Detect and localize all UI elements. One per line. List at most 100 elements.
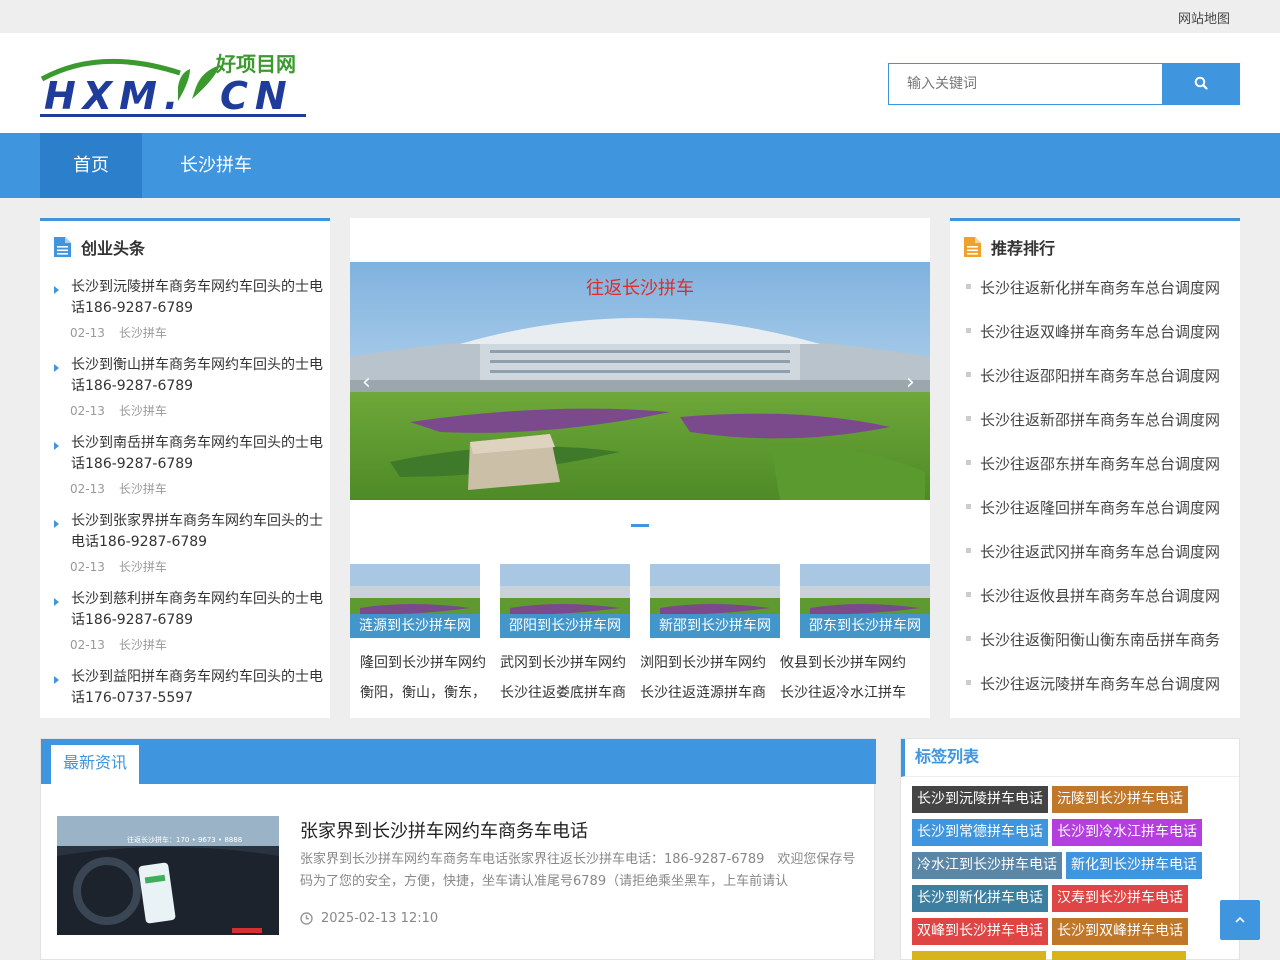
article-thumbnail[interactable]: 往返长沙拼车：170 • 9673 • 8888 [57, 816, 279, 935]
rank-link[interactable]: 长沙往返新化拼车商务车总台调度网 [980, 277, 1240, 298]
news-title[interactable]: 长沙到慈利拼车商务车网约车回头的士电话186-9287-6789 [71, 589, 328, 631]
bullet-icon [966, 328, 971, 333]
list-item[interactable]: 长沙往返新邵拼车商务车总台调度网 [964, 403, 1236, 447]
news-title[interactable]: 长沙到沅陵拼车商务车网约车回头的士电话186-9287-6789 [71, 277, 328, 319]
carousel-caption: 往返长沙拼车 [586, 278, 694, 299]
list-item[interactable]: 长沙往返双峰拼车商务车总台调度网 [964, 315, 1236, 359]
news-category[interactable]: 长沙拼车 [119, 560, 167, 574]
rank-link[interactable]: 长沙往返攸县拼车商务车总台调度网 [980, 585, 1240, 606]
list-item[interactable]: 长沙往返武冈拼车商务车总台调度网 [964, 535, 1236, 579]
search-button[interactable] [1162, 63, 1240, 105]
news-title[interactable]: 长沙到益阳拼车商务车网约车回头的士电话176-0737-5597 [71, 667, 328, 709]
bullet-icon [966, 416, 971, 421]
tag-link[interactable] [912, 951, 1046, 960]
bullet-icon [966, 504, 971, 509]
featured-link[interactable]: 浏阳到长沙拼车网约 [640, 652, 770, 672]
tag-link[interactable]: 长沙到新化拼车电话 [912, 885, 1048, 912]
list-item[interactable]: 长沙往返沅陵拼车商务车总台调度网 [964, 667, 1236, 711]
tag-link[interactable] [1052, 951, 1186, 960]
tag-link[interactable]: 长沙到沅陵拼车电话 [912, 786, 1048, 813]
list-item[interactable]: 长沙到南岳拼车商务车网约车回头的士电话186-9287-6789 02-13 长沙… [54, 433, 326, 511]
news-meta: 02-13 长沙拼车 [70, 558, 167, 575]
news-meta: 02-13 长沙拼车 [70, 324, 167, 341]
tag-link[interactable]: 汉寿到长沙拼车电话 [1052, 885, 1188, 912]
thumbnail-card[interactable]: 涟源到长沙拼车网 [350, 564, 480, 638]
list-item[interactable]: 长沙到益阳拼车商务车网约车回头的士电话176-0737-5597 [54, 667, 326, 745]
article-title[interactable]: 张家界到长沙拼车网约车商务车电话 [300, 817, 588, 843]
sitemap-link[interactable]: 网站地图 [1178, 8, 1230, 27]
news-category[interactable]: 长沙拼车 [119, 638, 167, 652]
rank-link[interactable]: 长沙往返邵阳拼车商务车总台调度网 [980, 365, 1240, 386]
carousel-prev-icon[interactable]: ‹ [362, 370, 371, 395]
rank-link[interactable]: 长沙往返双峰拼车商务车总台调度网 [980, 321, 1240, 342]
list-item[interactable]: 长沙到沅陵拼车商务车网约车回头的士电话186-9287-6789 02-13 长沙… [54, 277, 326, 355]
featured-link[interactable]: 武冈到长沙拼车网约 [500, 652, 630, 672]
carousel-next-icon[interactable]: › [906, 370, 915, 395]
list-item[interactable]: 长沙到衡山拼车商务车网约车回头的士电话186-9287-6789 02-13 长沙… [54, 355, 326, 433]
latest-news-section: 最新资讯 往返长沙拼车：170 • 9673 • 8888 张家界到长沙拼车网约… [40, 738, 876, 960]
tag-link[interactable]: 长沙到冷水江拼车电话 [1052, 819, 1202, 846]
headlines-title-text: 创业头条 [81, 239, 146, 258]
news-category[interactable]: 长沙拼车 [119, 404, 167, 418]
article-description: 张家界到长沙拼车网约车商务车电话张家界往返长沙拼车电话：186-9287-678… [300, 852, 856, 889]
thumbnail-label[interactable]: 涟源到长沙拼车网 [350, 614, 480, 638]
site-logo[interactable]: HXM. CN 好项目网 [40, 51, 310, 121]
list-item[interactable]: 长沙往返新化拼车商务车总台调度网 [964, 271, 1236, 315]
article-time: 2025-02-13 12:10 [300, 911, 438, 926]
back-to-top-button[interactable] [1220, 900, 1260, 940]
rank-link[interactable]: 长沙往返衡阳衡山衡东南岳拼车商务 [980, 629, 1240, 650]
rank-link[interactable]: 长沙往返沅陵拼车商务车总台调度网 [980, 673, 1240, 694]
featured-link[interactable]: 隆回到长沙拼车网约 [360, 652, 490, 672]
news-title[interactable]: 长沙到张家界拼车商务车网约车回头的士电话186-9287-6789 [71, 511, 328, 553]
tag-link[interactable]: 双峰到长沙拼车电话 [912, 918, 1048, 945]
thumbnail-card[interactable]: 邵阳到长沙拼车网 [500, 564, 630, 638]
tag-link[interactable]: 长沙到双峰拼车电话 [1052, 918, 1188, 945]
bullet-arrow-icon [54, 598, 59, 606]
thumbnail-label[interactable]: 新邵到长沙拼车网 [650, 614, 780, 638]
list-item[interactable]: 长沙到张家界拼车商务车网约车回头的士电话186-9287-6789 02-13 长… [54, 511, 326, 589]
rank-link[interactable]: 长沙往返隆回拼车商务车总台调度网 [980, 497, 1240, 518]
article-time-text: 2025-02-13 12:10 [321, 911, 439, 926]
image-carousel[interactable]: 往返长沙拼车 ‹ › [350, 262, 930, 500]
news-title[interactable]: 长沙到衡山拼车商务车网约车回头的士电话186-9287-6789 [71, 355, 328, 397]
featured-link[interactable]: 长沙往返娄底拼车商 [500, 682, 630, 702]
tag-link[interactable]: 冷水江到长沙拼车电话 [912, 852, 1062, 879]
list-item[interactable]: 长沙往返衡阳衡山衡东南岳拼车商务 [964, 623, 1236, 667]
tag-link[interactable]: 新化到长沙拼车电话 [1066, 852, 1202, 879]
thumbnail-card[interactable]: 邵东到长沙拼车网 [800, 564, 930, 638]
bullet-icon [966, 372, 971, 377]
carousel-indicator[interactable] [631, 524, 649, 527]
news-category[interactable]: 长沙拼车 [119, 326, 167, 340]
news-title[interactable]: 长沙到南岳拼车商务车网约车回头的士电话186-9287-6789 [71, 433, 328, 475]
featured-link[interactable]: 长沙往返涟源拼车商 [640, 682, 770, 702]
rank-link[interactable]: 长沙往返武冈拼车商务车总台调度网 [980, 541, 1240, 562]
featured-links: 隆回到长沙拼车网约 武冈到长沙拼车网约 浏阳到长沙拼车网约 攸县到长沙拼车网约 … [350, 648, 930, 708]
search-input[interactable] [888, 63, 1163, 105]
bullet-arrow-icon [54, 442, 59, 450]
thumbnail-label[interactable]: 邵阳到长沙拼车网 [500, 614, 630, 638]
rank-link[interactable]: 长沙往返新邵拼车商务车总台调度网 [980, 409, 1240, 430]
thumbnail-card[interactable]: 新邵到长沙拼车网 [650, 564, 780, 638]
tag-link[interactable]: 沅陵到长沙拼车电话 [1052, 786, 1188, 813]
list-item[interactable]: 长沙往返攸县拼车商务车总台调度网 [964, 579, 1236, 623]
tab-latest-news[interactable]: 最新资讯 [51, 745, 139, 784]
list-item[interactable]: 长沙往返邵阳拼车商务车总台调度网 [964, 359, 1236, 403]
ranking-list: 长沙往返新化拼车商务车总台调度网 长沙往返双峰拼车商务车总台调度网 长沙往返邵阳… [964, 271, 1236, 711]
list-item[interactable]: 长沙到慈利拼车商务车网约车回头的士电话186-9287-6789 02-13 长沙… [54, 589, 326, 667]
bullet-icon [966, 592, 971, 597]
nav-item-changsha-carpool[interactable]: 长沙拼车 [162, 133, 270, 198]
featured-link[interactable]: 衡阳，衡山，衡东， [360, 682, 490, 702]
search-icon [1194, 76, 1208, 90]
thumbnail-label[interactable]: 邵东到长沙拼车网 [800, 614, 930, 638]
tags-panel: 标签列表 长沙到沅陵拼车电话 沅陵到长沙拼车电话 长沙到常德拼车电话 长沙到冷水… [900, 738, 1240, 960]
featured-link[interactable]: 长沙往返冷水江拼车 [780, 682, 910, 702]
nav-item-home[interactable]: 首页 [40, 133, 142, 198]
featured-link[interactable]: 攸县到长沙拼车网约 [780, 652, 910, 672]
news-category[interactable]: 长沙拼车 [119, 482, 167, 496]
list-item[interactable]: 长沙往返隆回拼车商务车总台调度网 [964, 491, 1236, 535]
list-item[interactable]: 长沙往返邵东拼车商务车总台调度网 [964, 447, 1236, 491]
news-meta: 02-13 长沙拼车 [70, 636, 167, 653]
tag-link[interactable]: 长沙到常德拼车电话 [912, 819, 1048, 846]
news-date: 02-13 [70, 482, 105, 496]
rank-link[interactable]: 长沙往返邵东拼车商务车总台调度网 [980, 453, 1240, 474]
